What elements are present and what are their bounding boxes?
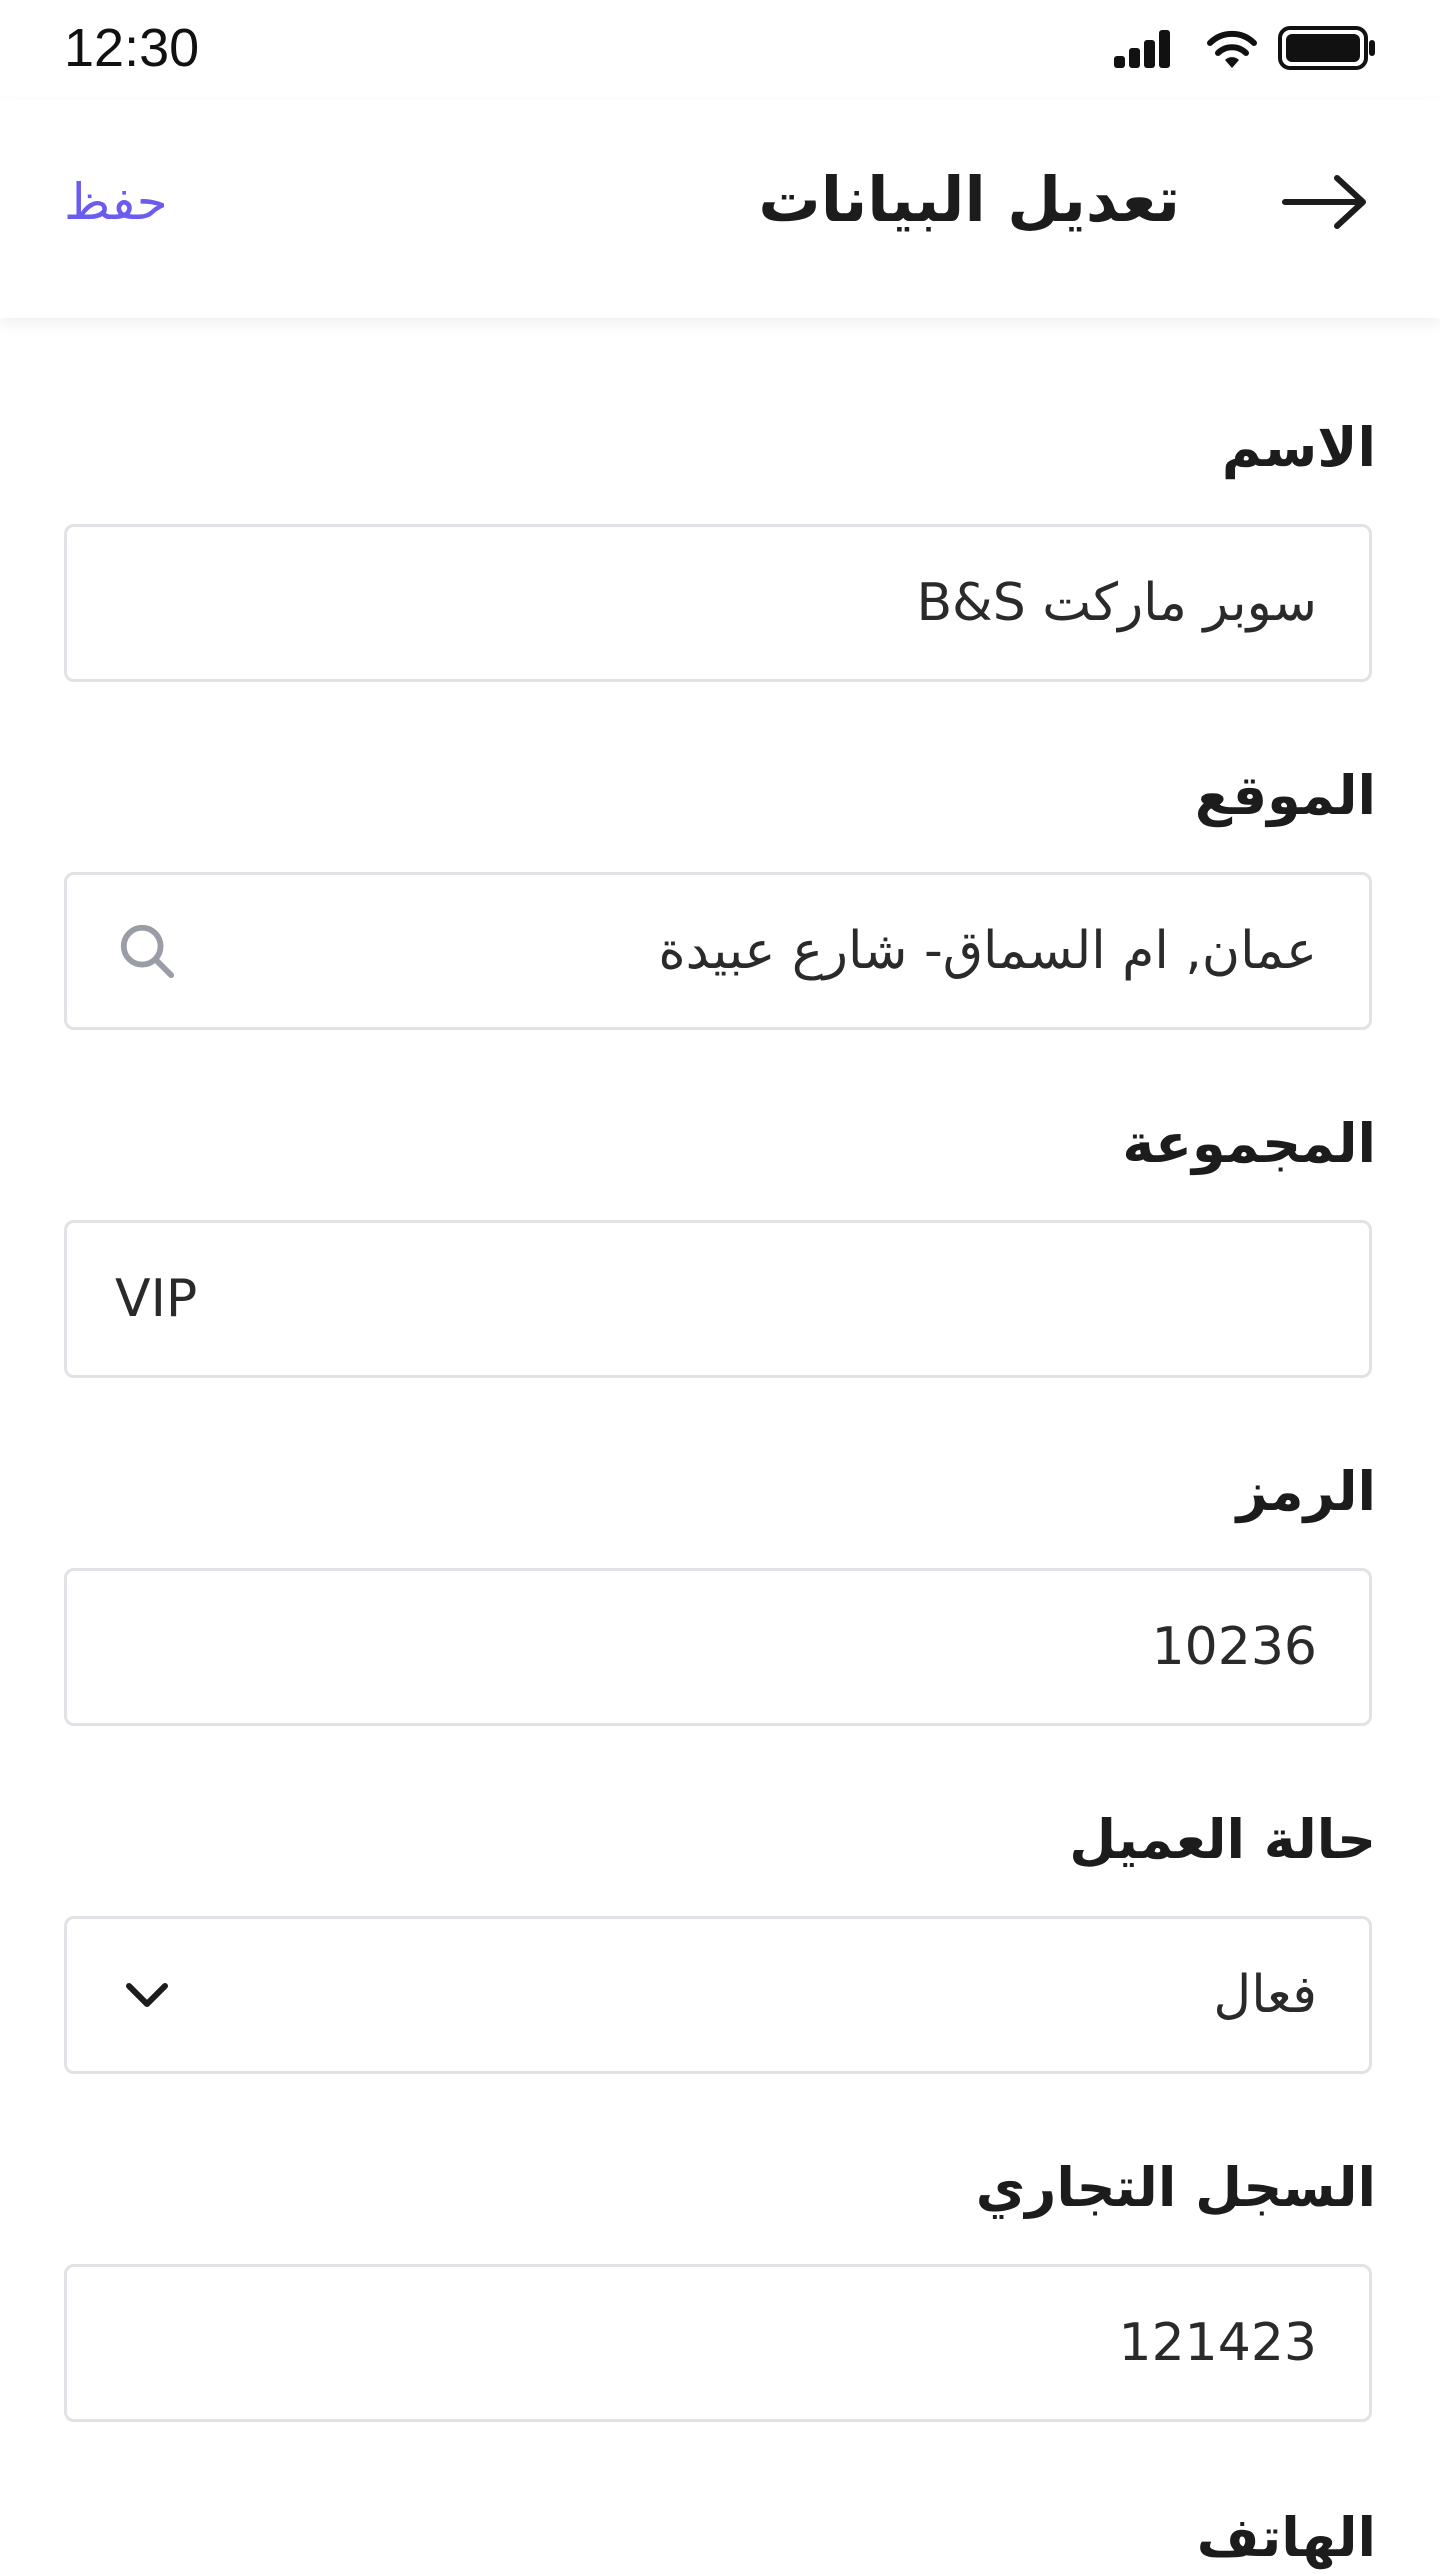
location-field[interactable]: عمان, ام السماق- شارع عبيدة [64,872,1372,1030]
commercial-register-label: السجل التجاري [975,2156,1376,2219]
status-icons [1114,22,1376,78]
commercial-register-value: 121423 [1118,2313,1317,2373]
status-label: حالة العميل [1069,1808,1376,1871]
name-label: الاسم [1221,416,1376,479]
name-field[interactable]: سوبر ماركت B&S [64,524,1372,682]
signal-icon [1114,28,1186,72]
code-value: 10236 [1151,1617,1317,1677]
save-button[interactable]: حفظ [64,170,168,234]
page-title: تعديل البيانات [758,163,1180,236]
commercial-register-field[interactable]: 121423 [64,2264,1372,2422]
group-field[interactable]: VIP [64,1220,1372,1378]
status-select[interactable]: فعال [64,1916,1372,2074]
location-value: عمان, ام السماق- شارع عبيدة [658,921,1317,981]
search-icon[interactable] [117,921,177,981]
phone-label: الهاتف [1196,2506,1376,2569]
battery-icon [1278,26,1376,74]
location-label: الموقع [1194,764,1376,827]
arrow-right-icon [1281,172,1371,236]
group-value: VIP [115,1269,198,1329]
wifi-icon [1204,26,1260,74]
status-bar: 12:30 [0,0,1440,100]
group-label: المجموعة [1122,1112,1376,1175]
back-button[interactable] [1276,172,1376,236]
status-value: فعال [1213,1965,1317,2025]
name-value: سوبر ماركت B&S [916,573,1317,633]
code-field[interactable]: 10236 [64,1568,1372,1726]
status-time: 12:30 [64,18,200,78]
chevron-down-icon [117,1965,177,2025]
app-header: حفظ تعديل البيانات [0,100,1440,318]
code-label: الرمز [1236,1460,1376,1523]
